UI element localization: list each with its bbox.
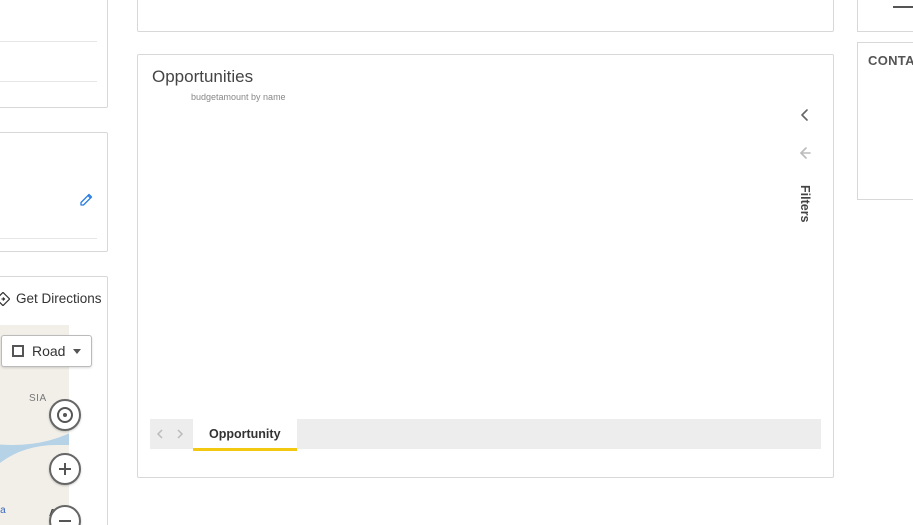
opportunities-card: Opportunities budgetamount by name Filte… [137, 54, 834, 478]
separator [0, 81, 97, 82]
get-directions-label: Get Directions [16, 291, 102, 306]
minus-icon [59, 520, 71, 522]
chart-title: budgetamount by name [191, 92, 286, 102]
map-label: India [0, 505, 6, 516]
tab-label: Opportunity [209, 427, 281, 441]
contacts-card: CONTAC [857, 42, 913, 200]
reset-filters-icon[interactable] [798, 146, 812, 163]
report-tab-strip: Opportunity [150, 419, 821, 449]
placeholder-dash [893, 6, 913, 8]
map-label: SIA [29, 393, 47, 404]
locate-button[interactable] [49, 399, 81, 431]
left-side-card-top [0, 0, 108, 108]
zoom-in-button[interactable] [49, 453, 81, 485]
layers-icon [12, 345, 24, 357]
get-directions-button[interactable]: Get Directions [0, 291, 102, 306]
tab-next-button[interactable] [170, 419, 190, 449]
separator [0, 41, 97, 42]
map-style-label: Road [32, 343, 65, 359]
tab-prev-button[interactable] [150, 419, 170, 449]
map-style-dropdown[interactable]: Road [1, 335, 92, 367]
collapse-filters-button[interactable] [799, 108, 811, 124]
contacts-heading: CONTAC [868, 53, 913, 68]
filters-label[interactable]: Filters [798, 185, 812, 223]
tab-opportunity[interactable]: Opportunity [193, 419, 297, 449]
chevron-down-icon [73, 349, 81, 354]
filters-panel: Filters [787, 90, 823, 428]
right-side-card-top [857, 0, 913, 32]
directions-icon [0, 292, 10, 306]
plus-icon [64, 463, 66, 475]
opportunities-title: Opportunities [152, 67, 253, 87]
locate-icon [57, 407, 73, 423]
top-summary-card [137, 0, 834, 32]
zoom-out-button[interactable] [49, 505, 81, 525]
left-side-card-middle [0, 132, 108, 252]
left-side-card-map: Get Directions SIA India AU Road [0, 276, 108, 525]
edit-icon[interactable] [79, 191, 95, 207]
separator [0, 238, 97, 239]
